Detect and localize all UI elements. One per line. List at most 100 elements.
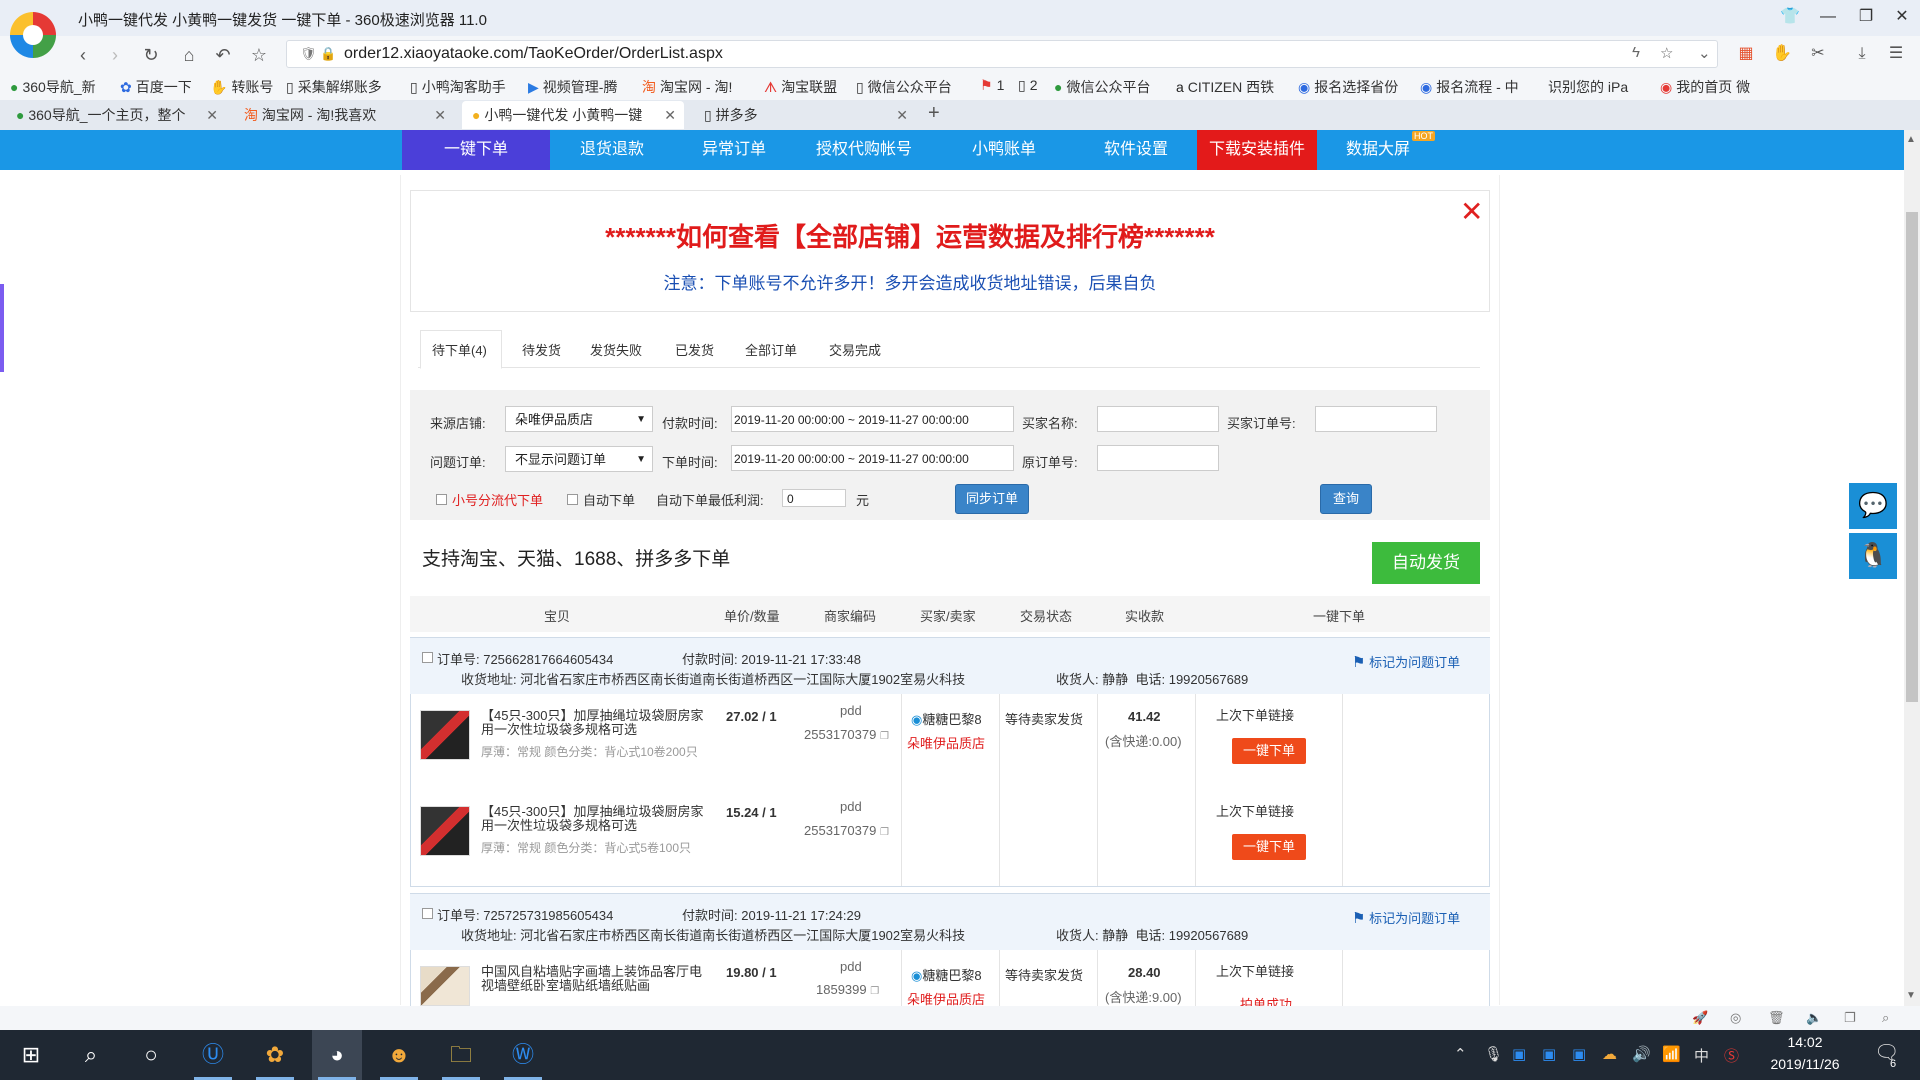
tab-shipped[interactable]: 已发货 [675,340,714,359]
one-click-order-button[interactable]: 一键下单 [1232,738,1306,764]
app-face-icon[interactable]: ☻ [374,1030,424,1080]
windows-start-icon[interactable]: ⊞ [6,1030,56,1080]
bookmark-item[interactable]: 识别您的 iPa [1544,77,1628,97]
microphone-icon[interactable]: 🎙 [1484,1045,1503,1063]
auto-order-checkbox[interactable] [567,494,578,505]
mark-problem-link[interactable]: ⚑ 标记为问题订单 [1352,908,1460,927]
tray-chevron-icon[interactable]: ⌃ [1454,1045,1467,1063]
tab-completed[interactable]: 交易完成 [829,340,881,359]
notice-title-link[interactable]: *******如何查看【全部店铺】运营数据及排行榜******* [410,217,1410,254]
window-icon[interactable]: ❐ [1844,1010,1856,1026]
bookmark-item[interactable]: ▯ 2 [1018,77,1038,94]
product-thumbnail[interactable] [420,806,470,856]
tray-app-icon[interactable]: ▣ [1542,1045,1556,1063]
bookmark-item[interactable]: ● 360导航_新 [10,77,96,97]
scroll-down-icon[interactable]: ▼ [1906,990,1916,1001]
bookmark-item[interactable]: ◉ 报名流程 - 中 [1420,77,1519,97]
product-thumbnail[interactable] [420,710,470,760]
volume-icon[interactable]: 🔊 [1632,1045,1651,1063]
product-title-link[interactable]: 【45只-300只】加厚抽绳垃圾袋厨房家用一次性垃圾袋多规格可选 [481,805,711,833]
copy-icon[interactable]: ❐ [880,827,889,838]
tray-cloud-icon[interactable]: ☁ [1602,1045,1617,1063]
sync-orders-button[interactable]: 同步订单 [955,484,1029,514]
qq-service-icon[interactable]: 🐧 [1849,533,1897,579]
copy-icon[interactable]: ❐ [880,731,889,742]
tray-app-icon[interactable]: ▣ [1512,1045,1526,1063]
bookmark-item[interactable]: ▶ 视频管理-腾 [528,77,617,97]
bookmark-item[interactable]: 淘淘宝网 - 淘! [642,77,732,97]
source-shop-select[interactable]: 朵唯伊品质店 ▼ [505,406,653,432]
sound-icon[interactable]: 🔈 [1806,1010,1822,1026]
order-select-checkbox[interactable] [422,908,433,919]
file-explorer-icon[interactable]: 🗀 [436,1030,486,1080]
reload-icon[interactable]: ↻ [138,42,164,68]
cortana-icon[interactable]: ○ [126,1030,176,1080]
nav-abnormal-orders[interactable]: 异常订单 [672,130,796,170]
tab-pending-order[interactable]: 待下单(4) [432,340,487,359]
tab-close-icon[interactable]: ✕ [664,101,676,129]
nav-billing[interactable]: 小鸭账单 [944,130,1064,170]
tab-pinduoduo[interactable]: ▯ 拼多多 ✕ [694,101,916,129]
order-time-input[interactable]: 2019-11-20 00:00:00 ~ 2019-11-27 00:00:0… [731,445,1014,471]
one-click-order-button[interactable]: 一键下单 [1232,834,1306,860]
tab-close-icon[interactable]: ✕ [206,101,218,129]
new-tab-button[interactable]: + [928,102,940,125]
bookmark-item[interactable]: ᗑ 淘宝联盟 [764,77,837,97]
bookmark-item[interactable]: a CITIZEN 西铁 [1176,77,1274,97]
skin-icon[interactable]: 👕 [1776,6,1804,28]
nav-settings[interactable]: 软件设置 [1076,130,1196,170]
ime-indicator[interactable]: 中 [1694,1045,1709,1066]
dropdown-chevron-icon[interactable]: ⌄ [1698,44,1711,62]
merchant-code[interactable]: 2553170379 ❐ [804,823,889,838]
tab-xiaoya[interactable]: ● 小鸭一键代发 小黄鸭一键 ✕ [462,101,684,129]
merchant-code[interactable]: 1859399 ❐ [816,982,879,997]
bookmark-star-icon[interactable]: ☆ [1660,44,1673,62]
bookmark-item[interactable]: ◉ 报名选择省份 [1298,77,1398,97]
sogou-icon[interactable]: Ⓢ [1724,1045,1739,1066]
security-shield-icon[interactable]: 🛡 🔒 [300,46,336,62]
split-order-checkbox[interactable] [436,494,447,505]
tab-close-icon[interactable]: ✕ [896,101,908,129]
bookmark-item[interactable]: ▯ 采集解绑账多 [286,77,382,97]
last-order-link[interactable]: 上次下单链接 [1216,801,1294,820]
last-order-link[interactable]: 上次下单链接 [1216,705,1294,724]
minimize-button[interactable]: — [1814,6,1842,28]
home-icon[interactable]: ⌂ [176,42,202,68]
buyer-order-input[interactable] [1315,406,1437,432]
nav-authorized-accounts[interactable]: 授权代购帐号 [796,130,932,170]
copy-icon[interactable]: ❐ [870,986,879,997]
menu-icon[interactable]: ☰ [1884,42,1908,66]
left-edge-tab[interactable] [0,284,4,372]
buyer-name[interactable]: ◉糖糖巴黎8 [911,965,982,984]
back-icon[interactable]: ‹ [70,42,96,68]
apps-grid-icon[interactable]: ▦ [1734,42,1758,66]
scrollbar-thumb[interactable] [1906,212,1918,702]
close-icon[interactable]: ✕ [1460,198,1483,226]
scroll-up-icon[interactable]: ▲ [1906,134,1916,145]
nav-download-plugin[interactable]: 下载安装插件 [1197,130,1317,170]
hand-icon[interactable]: ✋ [1770,42,1794,66]
tab-pending-ship[interactable]: 待发货 [522,340,561,359]
buyer-name-input[interactable] [1097,406,1219,432]
scissors-icon[interactable]: ✂ [1806,42,1830,66]
app-orange-icon[interactable]: ✿ [250,1030,300,1080]
nav-one-click-order[interactable]: 一键下单 [402,130,550,170]
flash-icon[interactable]: ϟ [1632,44,1640,61]
tab-all-orders[interactable]: 全部订单 [745,340,797,359]
rocket-icon[interactable]: 🚀 [1692,1010,1708,1026]
network-icon[interactable]: 📶 [1662,1045,1681,1063]
auto-ship-button[interactable]: 自动发货 [1372,542,1480,584]
min-profit-input[interactable]: 0 [782,489,846,507]
tray-app-icon[interactable]: ▣ [1572,1045,1586,1063]
download-icon[interactable]: ⤓ [1850,42,1874,66]
app-w-icon[interactable]: Ⓦ [498,1030,548,1080]
tab-ship-failed[interactable]: 发货失败 [590,340,642,359]
search-icon[interactable]: ⌕ [66,1030,116,1080]
mark-problem-link[interactable]: ⚑ 标记为问题订单 [1352,652,1460,671]
favorite-star-icon[interactable]: ☆ [246,42,272,68]
product-title-link[interactable]: 中国风自粘墙贴字画墙上装饰品客厅电视墙壁纸卧室墙贴纸墙纸贴画 [481,965,711,993]
browser-360-taskbar-icon[interactable]: ◕ [312,1030,362,1080]
tab-taobao[interactable]: 淘 淘宝网 - 淘!我喜欢 ✕ [234,101,454,129]
orig-order-input[interactable] [1097,445,1219,471]
wechat-service-icon[interactable]: 💬 [1849,483,1897,529]
